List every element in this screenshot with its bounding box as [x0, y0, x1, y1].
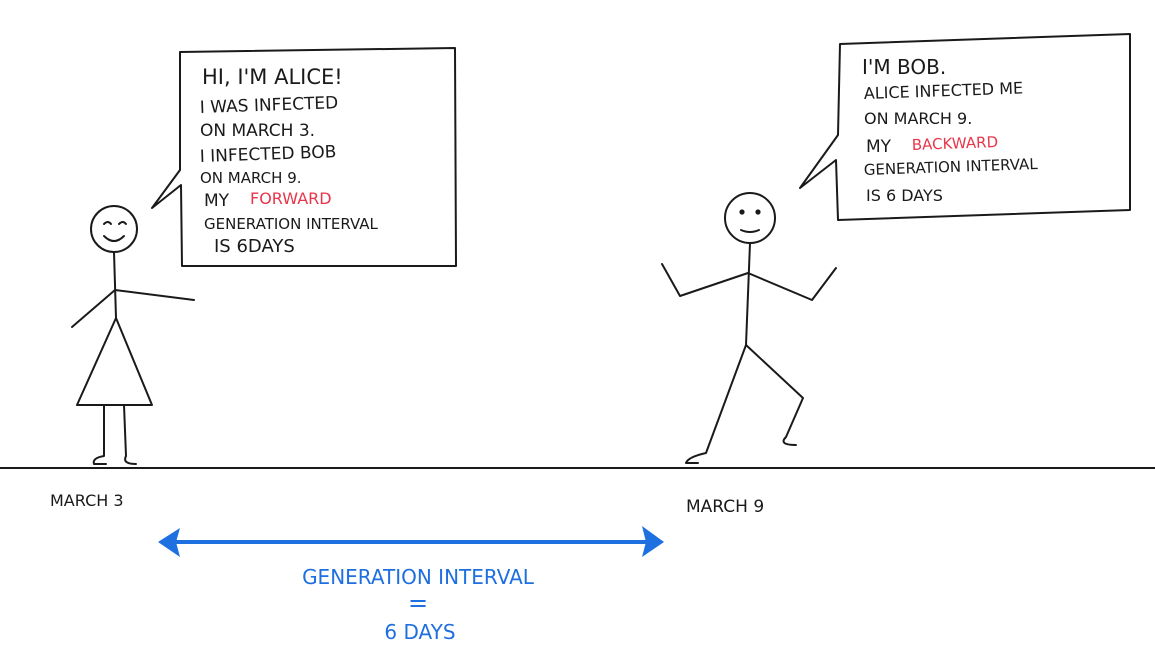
bob-line-2: ALICE INFECTED ME [863, 78, 1023, 103]
alice-line-4: I INFECTED BOB [199, 142, 336, 167]
bob-mouth [740, 229, 760, 233]
alice-dress [76, 317, 153, 406]
comic-diagram: HI, I'M ALICE! I WAS INFECTED ON MARCH 3… [0, 0, 1155, 658]
alice-head [90, 205, 138, 253]
alice-leg-right [123, 404, 137, 465]
alice-smile [103, 235, 125, 242]
date-label-right: MARCH 9 [686, 497, 764, 517]
comic-canvas: HI, I'M ALICE! I WAS INFECTED ON MARCH 3… [0, 33, 1155, 644]
alice-line-7: GENERATION INTERVAL [204, 215, 379, 233]
bob-leg-right [745, 344, 804, 446]
alice-line-3: ON MARCH 3. [200, 121, 315, 141]
bob-line-5: GENERATION INTERVAL [864, 155, 1039, 179]
bob-figure [661, 192, 837, 464]
alice-line-1: HI, I'M ALICE! [202, 65, 343, 89]
alice-forward-label: FORWARD [250, 189, 332, 208]
alice-line-5: ON MARCH 9. [200, 169, 302, 187]
date-label-left: MARCH 3 [50, 491, 124, 510]
alice-arms [71, 289, 195, 328]
alice-torso [113, 251, 117, 319]
alice-line-8: IS 6DAYS [214, 236, 295, 257]
bob-eye-right [755, 209, 761, 215]
alice-leg-left [92, 404, 107, 465]
bob-head [724, 192, 776, 244]
alice-bubble-text: HI, I'M ALICE! I WAS INFECTED ON MARCH 3… [199, 65, 378, 257]
interval-caption-line-3: 6 DAYS [384, 620, 455, 644]
alice-line-2: I WAS INFECTED [199, 93, 338, 118]
bob-eye-left [739, 209, 745, 215]
alice-figure [71, 205, 195, 465]
interval-caption-equals: = [408, 589, 428, 617]
bob-line-4-prefix: MY [866, 137, 892, 157]
bob-line-3: ON MARCH 9. [864, 109, 972, 128]
bob-line-6: IS 6 DAYS [866, 186, 943, 205]
bob-torso [745, 242, 751, 346]
interval-caption-line-1: GENERATION INTERVAL [302, 565, 535, 589]
bob-leg-left [685, 344, 747, 464]
bob-line-1: I'M BOB. [862, 55, 946, 79]
interval-caption: GENERATION INTERVAL = 6 DAYS [302, 565, 535, 644]
interval-arrow [158, 526, 664, 557]
alice-line-6-prefix: MY [204, 191, 230, 211]
bob-bubble-text: I'M BOB. ALICE INFECTED ME ON MARCH 9. M… [862, 55, 1039, 205]
alice-eye-right [118, 221, 127, 225]
bob-backward-label: BACKWARD [912, 133, 999, 154]
alice-eye-left [103, 221, 112, 225]
